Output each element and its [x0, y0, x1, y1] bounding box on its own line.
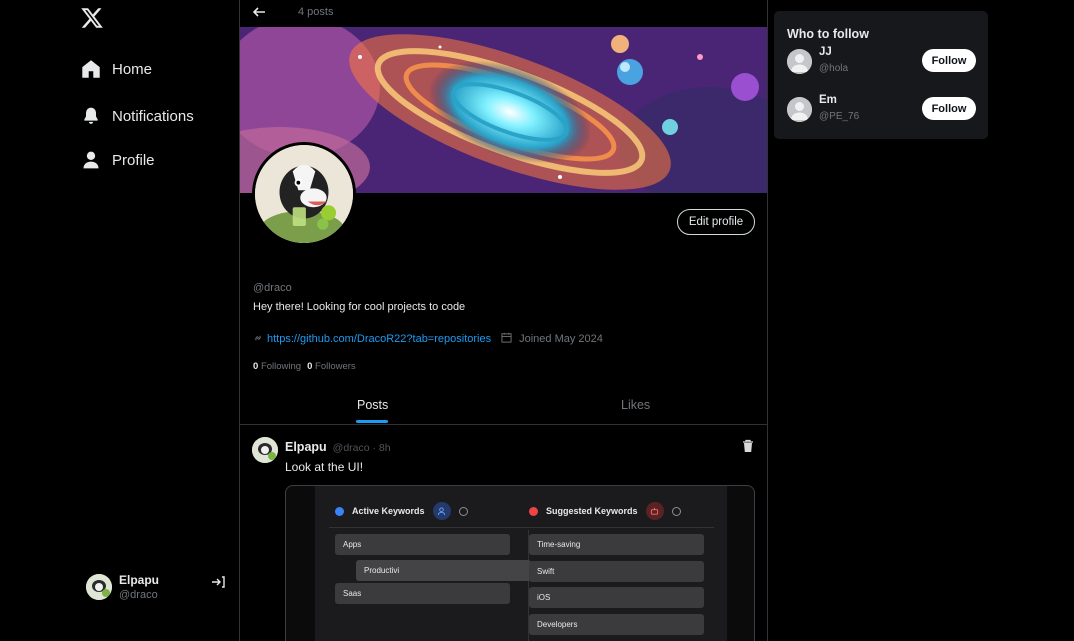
profile-column: 4 posts Edit profile @draco Hey there! L… — [239, 0, 768, 641]
followers-count-link[interactable]: 0 Followers — [307, 361, 356, 372]
nav-home-label: Home — [112, 60, 153, 78]
suggested-keywords-title: Suggested Keywords — [546, 506, 638, 516]
account-handle: @draco — [119, 589, 158, 601]
who-to-follow-card: Who to follow JJ @hola Follow Em @PE_76 … — [774, 11, 988, 139]
post-text: Look at the UI! — [285, 460, 364, 474]
profile-website-link[interactable]: https://github.com/DracoR22?tab=reposito… — [267, 333, 491, 345]
profile-handle: @draco — [253, 282, 292, 294]
post-media-image[interactable]: Active Keywords Suggested Keywords Apps … — [285, 485, 755, 641]
suggested-user-name: JJ — [819, 46, 832, 58]
keyword-chip: Developers — [529, 614, 704, 635]
post-header: Elpapu @draco · 8h — [285, 440, 391, 454]
back-arrow-icon[interactable] — [251, 4, 267, 20]
post-handle-time: @draco · 8h — [332, 442, 391, 454]
nav-item-home[interactable]: Home — [80, 58, 152, 80]
red-dot-icon — [529, 506, 538, 516]
tab-likes[interactable]: Likes — [621, 398, 650, 412]
suggested-user-handle: @hola — [819, 63, 849, 74]
keyword-chip: iOS — [529, 587, 704, 608]
post-item[interactable]: Elpapu @draco · 8h Look at the UI! Activ… — [240, 425, 767, 641]
trash-icon[interactable] — [741, 439, 755, 453]
keyword-chip: Swift — [529, 561, 704, 582]
user-icon — [80, 149, 102, 171]
avatar — [787, 49, 812, 74]
person-icon — [432, 502, 451, 520]
follow-button[interactable]: Follow — [922, 49, 976, 72]
account-name: Elpapu — [119, 573, 160, 587]
nav-item-profile[interactable]: Profile — [80, 149, 155, 171]
nav-notifications-label: Notifications — [112, 107, 194, 125]
profile-meta: https://github.com/DracoR22?tab=reposito… — [253, 332, 603, 346]
avatar — [787, 97, 812, 122]
x-logo-icon[interactable] — [80, 6, 104, 30]
suggested-user-row[interactable]: Em @PE_76 Follow — [787, 94, 977, 126]
following-count-link[interactable]: 0 Following — [253, 361, 301, 372]
keyword-chip: Productivi — [356, 560, 531, 581]
keyword-chip: Saas — [335, 583, 510, 604]
post-author-name[interactable]: Elpapu — [285, 440, 327, 454]
suggested-user-handle: @PE_76 — [819, 111, 860, 122]
bell-icon — [80, 105, 102, 127]
account-switcher[interactable]: Elpapu @draco — [86, 573, 159, 601]
tab-posts[interactable]: Posts — [357, 398, 388, 412]
post-author-avatar[interactable] — [252, 437, 278, 463]
suggested-user-name: Em — [819, 94, 837, 106]
active-tab-indicator — [356, 420, 388, 423]
suggested-user-row[interactable]: JJ @hola Follow — [787, 46, 977, 78]
nav-item-notifications[interactable]: Notifications — [80, 105, 194, 127]
profile-follow-counts: 0 Following 0 Followers — [253, 361, 356, 372]
active-keywords-header: Active Keywords — [335, 502, 468, 520]
info-icon — [671, 506, 681, 516]
logout-icon[interactable] — [210, 574, 226, 590]
post-count: 4 posts — [298, 6, 334, 18]
keywords-screenshot: Active Keywords Suggested Keywords Apps … — [315, 486, 727, 641]
follow-button[interactable]: Follow — [922, 97, 976, 120]
who-to-follow-title: Who to follow — [787, 27, 869, 41]
profile-bio: Hey there! Looking for cool projects to … — [253, 301, 466, 313]
info-icon — [458, 506, 468, 516]
robot-icon — [645, 502, 664, 520]
left-sidebar: Home Notifications Profile Elpapu @draco — [0, 0, 239, 641]
keyword-chip: Time-saving — [529, 534, 704, 555]
profile-joined-date: Joined May 2024 — [519, 333, 603, 345]
home-icon — [80, 58, 102, 80]
profile-avatar[interactable] — [252, 142, 356, 246]
calendar-icon — [501, 332, 512, 346]
active-keywords-title: Active Keywords — [352, 506, 425, 516]
divider — [329, 527, 714, 528]
keyword-chip: Apps — [335, 534, 510, 555]
edit-profile-button[interactable]: Edit profile — [677, 209, 755, 235]
link-icon — [253, 333, 263, 346]
nav-profile-label: Profile — [112, 151, 155, 169]
suggested-keywords-header: Suggested Keywords — [529, 502, 681, 520]
blue-dot-icon — [335, 506, 344, 516]
profile-tabs: Posts Likes — [240, 390, 767, 425]
avatar — [86, 574, 112, 600]
